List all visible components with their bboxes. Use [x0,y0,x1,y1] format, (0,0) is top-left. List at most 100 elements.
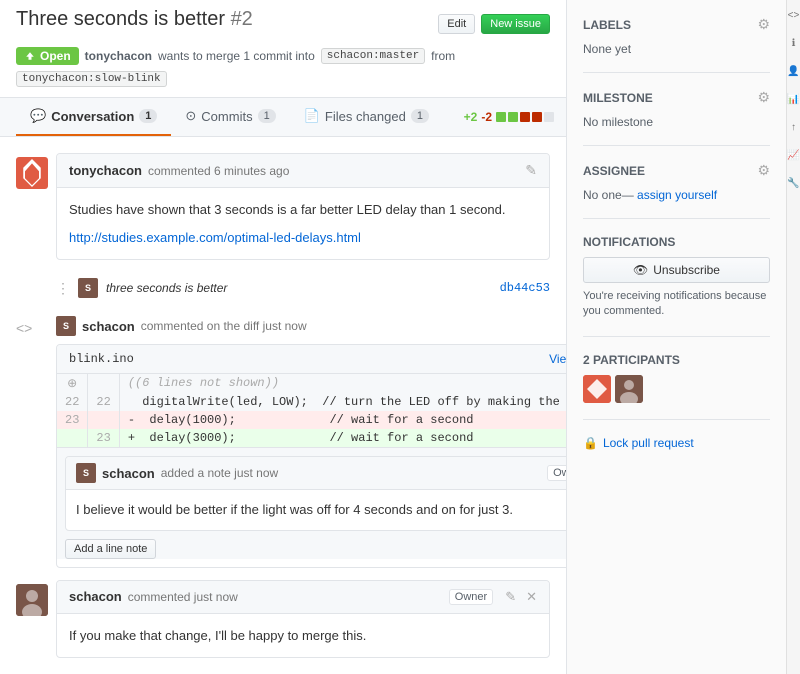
schacon-avatar-img [16,584,48,616]
diff-block-1 [496,112,506,122]
diff-expander-num [88,374,119,393]
commit-branch-icon: ⋮ [56,280,70,297]
diff-filename: blink.ino [69,352,134,366]
diff-num-new-3: 23 [88,429,119,447]
bottom-edit-icon[interactable]: ✎ [505,589,516,605]
bottom-owner-badge: Owner [449,589,493,605]
edit-button[interactable]: Edit [438,14,475,34]
bottom-comment-body: If you make that change, I'll be happy t… [57,614,549,658]
diff-line-add: 23 + delay(3000); // wait for a second [57,429,654,447]
open-badge: Open [16,47,79,65]
comment-text-1: Studies have shown that 3 seconds is a f… [69,200,537,220]
files-changed-icon: 📄 [304,108,320,124]
schacon-avatar-bottom [16,584,48,616]
tab-commits[interactable]: ⊙ Commits 1 [171,98,289,136]
inline-comment-timestamp: added a note just now [161,466,278,480]
new-issue-button[interactable]: New issue [481,14,550,34]
milestone-title: Milestone [583,91,653,105]
merge-action: wants to merge 1 commit into [158,49,315,63]
assignee-link[interactable]: assign yourself [637,188,717,202]
timeline: tonychacon commented 6 minutes ago ✎ Stu… [0,137,566,674]
diamond-avatar [16,157,48,189]
diff-block-3 [520,112,530,122]
tab-files-changed[interactable]: 📄 Files changed 1 [290,98,443,136]
avatar-tonychacon-1 [16,157,48,189]
commit-sha: db44c53 [500,281,550,295]
unsubscribe-label: Unsubscribe [653,263,720,277]
inline-comment-header: S schacon added a note just now Owner ✎ … [66,457,645,490]
milestone-value: No milestone [583,115,653,129]
diff-line-context: 22 22 digitalWrite(led, LOW); // turn th… [57,393,654,411]
status-text: Open [40,49,71,63]
pr-author: tonychacon [85,49,152,63]
nav-info-icon[interactable]: ℹ [787,36,800,50]
pr-header-row: Three seconds is better #2 Edit New issu… [0,0,566,43]
diff-block-5 [544,112,554,122]
assignee-section: Assignee ⚙ No one— assign yourself [583,162,770,219]
milestone-section: Milestone ⚙ No milestone [583,89,770,146]
nav-tool-icon[interactable]: 🔧 [787,176,800,190]
conversation-count: 1 [139,109,157,123]
nav-graph-icon[interactable]: 📊 [787,92,800,106]
pr-meta: Open tonychacon wants to merge 1 commit … [0,43,566,98]
diff-block-4 [532,112,542,122]
diff-num-old-2: 23 [57,411,88,429]
notifications-text: You're receiving notifications because y… [583,289,770,320]
from-label: from [431,49,455,63]
comment-edit-icon-1[interactable]: ✎ [525,162,537,179]
nav-code-icon[interactable]: <> [787,8,800,22]
comment-timestamp-1: commented 6 minutes ago [148,164,289,178]
labels-title: Labels [583,18,631,32]
milestone-header: Milestone ⚙ [583,89,770,106]
right-sidebar: Labels ⚙ None yet Milestone ⚙ No milesto… [566,0,786,674]
right-nav: <> ℹ 👤 📊 ↑ 📈 🔧 [786,0,800,674]
pr-header-buttons: Edit New issue [438,14,550,34]
timeline-item-diff: <> S schacon commented on the diff just … [16,316,550,568]
inline-comment-author: schacon [102,466,155,481]
unsubscribe-button[interactable]: 👁 Unsubscribe [583,257,770,283]
comment-header-bottom: schacon commented just now Owner ✎ ✕ [57,581,549,614]
diff-table: ⊕ ((6 lines not shown)) 22 22 digitalWri… [57,374,654,447]
diff-additions: +2 [464,110,478,124]
labels-value: None yet [583,42,631,56]
assignee-gear-icon[interactable]: ⚙ [757,162,770,179]
timeline-item-1: tonychacon commented 6 minutes ago ✎ Stu… [16,153,550,260]
lock-section: 🔒 Lock pull request [583,436,770,466]
diff-stats: +2 -2 [464,110,566,124]
labels-gear-icon[interactable]: ⚙ [757,16,770,33]
assignee-title: Assignee [583,164,645,178]
diff-comment-timestamp: commented on the diff just now [141,319,307,333]
comment-author-1: tonychacon [69,163,142,178]
assignee-text: No one— [583,188,634,202]
pr-number: #2 [231,8,253,30]
tab-conversation[interactable]: 💬 Conversation 1 [16,98,171,136]
comment-link-1[interactable]: http://studies.example.com/optimal-led-d… [69,230,361,245]
participants-title: 2 participants [583,353,680,367]
lock-link[interactable]: 🔒 Lock pull request [583,436,770,450]
schacon-avatar-sm-1: S [56,316,76,336]
diff-expander-icon-cell: ⊕ [57,374,88,393]
milestone-gear-icon[interactable]: ⚙ [757,89,770,106]
bottom-comment-author: schacon [69,589,122,604]
diff-connector-icon: <> [16,320,32,336]
diff-num-new-2 [88,411,119,429]
notifications-section: Notifications 👁 Unsubscribe You're recei… [583,235,770,337]
nav-user-icon[interactable]: 👤 [787,64,800,78]
participants-header: 2 participants [583,353,770,367]
diff-comment-icons: <> [16,316,48,336]
pr-tabs: 💬 Conversation 1 ⊙ Commits 1 📄 Files cha… [0,98,566,137]
commit-avatar: S [78,278,98,298]
commits-icon: ⊙ [185,108,196,124]
bottom-comment-timestamp: commented just now [128,590,238,604]
add-line-note-button[interactable]: Add a line note [65,539,156,559]
comment-header-1: tonychacon commented 6 minutes ago ✎ [57,154,549,188]
bottom-close-icon[interactable]: ✕ [526,589,537,605]
nav-arrow-up-icon[interactable]: ↑ [787,120,800,134]
nav-chart-icon[interactable]: 📈 [787,148,800,162]
participant-diamond-icon [583,375,611,403]
add-line-note-wrapper: Add a line note [65,539,646,559]
lock-label: Lock pull request [603,436,694,450]
inline-comment: S schacon added a note just now Owner ✎ … [65,456,646,531]
timeline-item-bottom: schacon commented just now Owner ✎ ✕ If … [16,580,550,659]
labels-header: Labels ⚙ [583,16,770,33]
